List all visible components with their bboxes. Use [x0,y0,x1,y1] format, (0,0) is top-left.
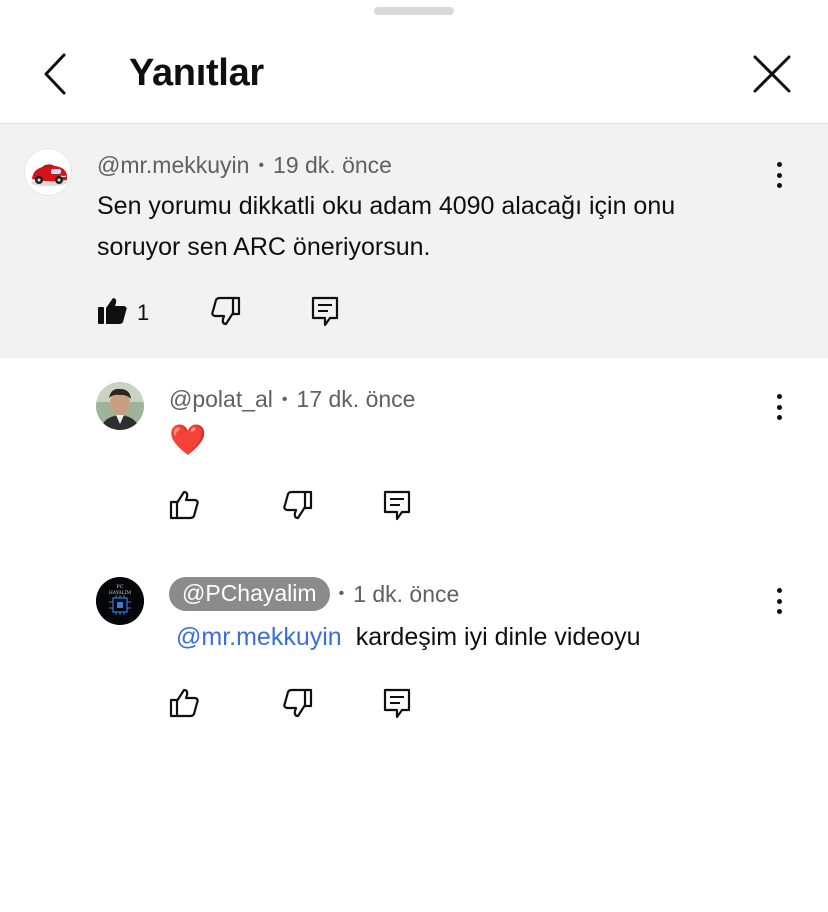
comment-meta: @polat_al • 17 dk. önce [169,386,415,413]
comment-text-line: soruyor sen ARC öneriyorsun. [97,233,431,261]
avatar-label: HAYALİM [109,589,132,596]
comment-icon [383,688,411,719]
mention-link[interactable]: @mr.mekkuyin [176,623,342,651]
chip-logo-avatar-icon: PC HAYALİM [96,577,144,625]
chevron-left-icon [44,53,66,95]
like-button[interactable] [168,686,202,720]
avatar[interactable] [24,148,72,196]
more-options-button[interactable] [769,584,789,618]
meta-separator: • [281,390,288,408]
comment-text: ❤️ [169,424,207,457]
comment-icon [311,296,339,327]
reply-comment: PC HAYALİM @PChayalim • 1 dk. önce @mr.m… [0,548,828,738]
page-title: Yanıtlar [129,52,264,94]
dislike-button[interactable] [280,686,314,720]
comment-time: 17 dk. önce [296,386,416,412]
comment-meta: @PChayalim • 1 dk. önce [169,577,459,611]
car-avatar-icon [31,164,67,186]
person-avatar-icon [96,382,144,430]
thumbs-down-icon [211,296,241,326]
comment-icon [383,490,411,521]
back-button[interactable] [34,52,78,96]
more-options-button[interactable] [769,158,789,192]
thumbs-up-icon [169,490,199,520]
meta-separator: • [258,156,265,174]
dislike-button[interactable] [208,294,242,328]
author-handle[interactable]: @mr.mekkuyin [97,152,249,179]
close-icon [753,55,791,93]
like-button[interactable] [96,294,130,328]
like-button[interactable] [168,488,202,522]
comment-text: @mr.mekkuyin kardeşim iyi dinle videoyu [176,617,641,658]
thumbs-up-icon [169,688,199,718]
avatar[interactable]: PC HAYALİM [96,577,144,625]
comment-text-body: kardeşim iyi dinle videoyu [355,623,641,651]
avatar[interactable] [96,382,144,430]
like-count: 1 [137,300,150,325]
avatar-label: PC [116,584,123,590]
dislike-button[interactable] [280,488,314,522]
parent-comment: @mr.mekkuyin • 19 dk. önce Sen yorumu di… [0,124,828,358]
reply-comment: @polat_al • 17 dk. önce ❤️ [0,358,828,548]
more-options-button[interactable] [769,390,789,424]
reply-button[interactable] [381,686,415,720]
reply-button[interactable] [381,488,415,522]
close-button[interactable] [748,50,796,98]
reply-button[interactable] [309,294,343,328]
comment-meta: @mr.mekkuyin • 19 dk. önce [97,152,392,179]
author-handle-badge[interactable]: @PChayalim [169,577,330,611]
thumbs-down-icon [283,688,313,718]
author-handle[interactable]: @polat_al [169,386,273,413]
comment-time: 1 dk. önce [353,580,460,607]
comment-time: 19 dk. önce [273,152,392,178]
thumbs-down-icon [283,490,313,520]
meta-separator: • [338,585,345,602]
header: Yanıtlar [0,0,828,124]
comment-text: Sen yorumu dikkatli oku adam 4090 alacağ… [97,186,675,268]
comment-text-line: Sen yorumu dikkatli oku adam 4090 alacağ… [97,192,676,220]
thumbs-up-filled-icon [98,298,127,324]
